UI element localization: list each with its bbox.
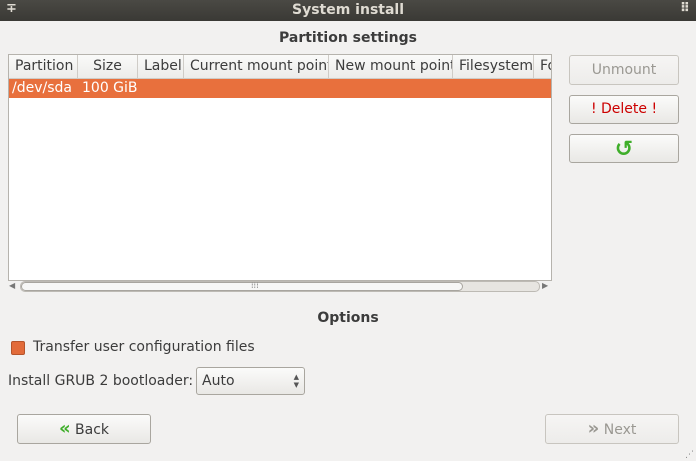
scroll-thumb[interactable]: ⁞⁞⁞ bbox=[21, 281, 463, 291]
back-arrow-icon: « bbox=[58, 418, 71, 439]
column-header-new-mount[interactable]: New mount point bbox=[329, 55, 453, 78]
cell-size: 100 GiB bbox=[82, 80, 138, 96]
scroll-grip-icon: ⁞⁞⁞ bbox=[251, 281, 259, 290]
scroll-left-icon[interactable]: ◀ bbox=[9, 280, 15, 292]
partition-settings-heading: Partition settings bbox=[278, 30, 417, 46]
transfer-config-checkbox[interactable] bbox=[11, 341, 25, 355]
scroll-trough[interactable]: ⁞⁞⁞ bbox=[20, 281, 540, 292]
column-header-format[interactable]: Fo bbox=[534, 55, 551, 78]
transfer-config-label[interactable]: Transfer user configuration files bbox=[33, 339, 255, 355]
table-row[interactable]: /dev/sda 100 GiB bbox=[9, 79, 551, 98]
options-heading: Options bbox=[317, 310, 379, 326]
refresh-button[interactable]: ↺ bbox=[569, 134, 679, 163]
back-button[interactable]: « Back bbox=[17, 414, 151, 444]
column-header-filesystem[interactable]: Filesystem bbox=[453, 55, 534, 78]
partition-table[interactable]: Partition Size Label Current mount point… bbox=[8, 54, 552, 281]
spinner-arrows-icon: ▲ ▼ bbox=[293, 373, 299, 389]
back-button-label: Back bbox=[75, 422, 110, 438]
grub-select-value: Auto bbox=[202, 373, 235, 389]
resize-grip-icon[interactable]: ⋰ bbox=[685, 450, 694, 460]
horizontal-scrollbar[interactable]: ◀ ⁞⁞⁞ ▶ bbox=[8, 280, 550, 292]
column-header-label[interactable]: Label bbox=[138, 55, 184, 78]
grub-select[interactable]: Auto ▲ ▼ bbox=[196, 367, 305, 395]
table-header: Partition Size Label Current mount point… bbox=[9, 55, 551, 79]
unmount-button[interactable]: Unmount bbox=[569, 55, 679, 85]
refresh-icon: ↺ bbox=[614, 137, 634, 162]
column-header-current-mount[interactable]: Current mount point bbox=[184, 55, 329, 78]
scroll-right-icon[interactable]: ▶ bbox=[542, 280, 548, 292]
column-header-size[interactable]: Size bbox=[78, 55, 138, 78]
window-title: System install bbox=[291, 2, 405, 18]
cell-partition: /dev/sda bbox=[12, 80, 72, 96]
next-button-label: Next bbox=[603, 422, 637, 438]
title-bar: ∓ System install ⠿ bbox=[0, 0, 696, 21]
grub-label: Install GRUB 2 bootloader: bbox=[8, 373, 194, 389]
next-arrow-icon: » bbox=[587, 418, 600, 439]
next-button[interactable]: » Next bbox=[545, 414, 679, 444]
delete-button[interactable]: ! Delete ! bbox=[569, 95, 679, 124]
window-grip-icon[interactable]: ⠿ bbox=[680, 1, 690, 16]
column-header-partition[interactable]: Partition bbox=[9, 55, 78, 78]
